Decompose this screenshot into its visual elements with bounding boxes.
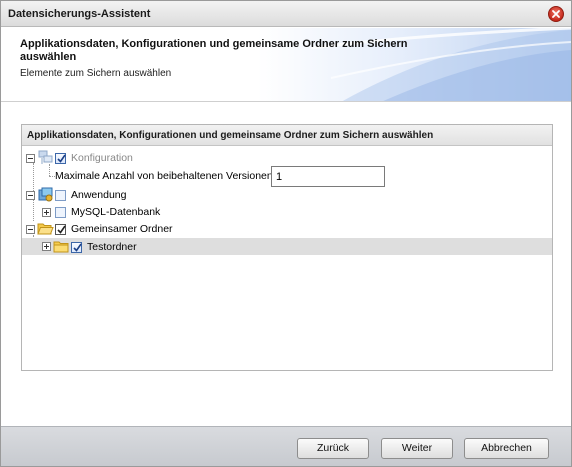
expand-icon[interactable] xyxy=(42,208,51,217)
tree-item-konfiguration[interactable]: Konfiguration xyxy=(22,150,552,167)
window-title: Datensicherungs-Assistent xyxy=(8,8,151,20)
network-config-icon xyxy=(38,150,53,164)
back-button[interactable]: Zurück xyxy=(297,438,369,459)
page-title: Applikationsdaten, Konfigurationen und g… xyxy=(20,38,408,63)
collapse-icon[interactable] xyxy=(26,191,35,200)
folder-icon xyxy=(53,241,69,253)
checkbox-testordner[interactable] xyxy=(71,242,82,253)
folder-open-icon xyxy=(37,223,54,235)
max-versions-input[interactable] xyxy=(271,166,385,187)
tree-item-label: Gemeinsamer Ordner xyxy=(71,223,173,235)
collapse-icon[interactable] xyxy=(26,225,35,234)
application-icon xyxy=(38,187,53,202)
title-bar[interactable]: Datensicherungs-Assistent xyxy=(1,1,571,27)
max-versions-label: Maximale Anzahl von beibehaltenen Versio… xyxy=(55,170,273,182)
backup-wizard-window: Datensicherungs-Assistent Applikationsda… xyxy=(0,0,572,467)
collapse-icon[interactable] xyxy=(26,154,35,163)
checkbox-mysql-datenbank[interactable] xyxy=(55,207,66,218)
tree-item-gemeinsamer-ordner[interactable]: Gemeinsamer Ordner xyxy=(22,221,552,238)
panel-title: Applikationsdaten, Konfigurationen und g… xyxy=(22,125,552,146)
tree-item-testordner[interactable]: Testordner xyxy=(22,238,552,255)
tree-item-label: Konfiguration xyxy=(71,152,133,164)
tree-item-anwendung[interactable]: Anwendung xyxy=(22,187,552,204)
expand-icon[interactable] xyxy=(42,242,51,251)
tree-item-label: Anwendung xyxy=(71,189,127,201)
next-button[interactable]: Weiter xyxy=(381,438,453,459)
tree-item-mysql-datenbank[interactable]: MySQL-Datenbank xyxy=(22,204,552,221)
cancel-button[interactable]: Abbrechen xyxy=(464,438,549,459)
checkbox-konfiguration[interactable] xyxy=(55,153,66,164)
page-subtitle: Elemente zum Sichern auswählen xyxy=(20,68,172,79)
selection-panel: Applikationsdaten, Konfigurationen und g… xyxy=(21,124,553,371)
checkbox-gemeinsamer-ordner[interactable] xyxy=(55,224,66,235)
tree-item-label: MySQL-Datenbank xyxy=(71,206,161,218)
wizard-header: Applikationsdaten, Konfigurationen und g… xyxy=(1,28,571,102)
tree-item-label: Testordner xyxy=(87,241,137,253)
checkbox-anwendung[interactable] xyxy=(55,190,66,201)
button-bar: Zurück Weiter Abbrechen xyxy=(1,426,571,466)
close-icon[interactable] xyxy=(548,6,564,22)
